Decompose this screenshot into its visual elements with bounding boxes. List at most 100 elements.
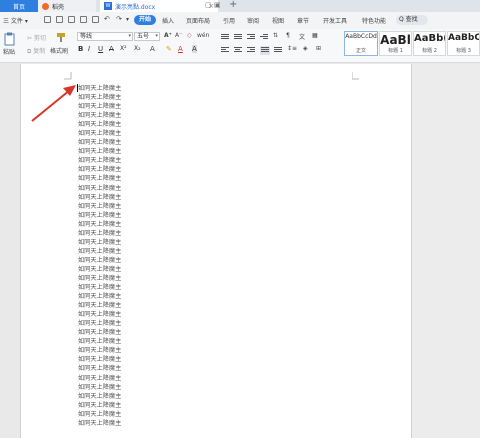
document-line: 如同天上降魔主: [78, 356, 122, 364]
clear-format-icon[interactable]: ◇: [187, 32, 192, 39]
highlight-icon[interactable]: ✎: [166, 45, 172, 53]
save-icon[interactable]: [44, 16, 51, 23]
align-center-icon[interactable]: [234, 47, 242, 54]
document-line: 如同天上降魔主: [78, 311, 122, 319]
document-line: 如同天上降魔主: [78, 238, 122, 246]
style-heading-3[interactable]: AaBbC 标题 3: [447, 31, 480, 56]
window-icon[interactable]: ▢: [205, 1, 212, 9]
distributed-icon[interactable]: [274, 47, 282, 54]
style-heading-1[interactable]: AaBl 标题 1: [379, 31, 412, 56]
format-painter-label[interactable]: 格式刷: [50, 46, 68, 55]
paste-label[interactable]: 粘贴: [3, 47, 15, 56]
menu-tab-home[interactable]: 开始: [134, 15, 156, 25]
chevron-down-icon: ▾: [128, 33, 131, 39]
copy-button[interactable]: ⧉ 复制: [27, 46, 45, 56]
italic-button[interactable]: I: [88, 45, 90, 53]
align-left-icon[interactable]: [221, 47, 229, 54]
style-heading-2[interactable]: AaBb( 标题 2: [413, 31, 446, 56]
document-line: 如同天上降魔主: [78, 265, 122, 273]
tab-document[interactable]: W 演示亮點.docx ×: [100, 0, 218, 12]
borders-icon[interactable]: ▦: [312, 32, 318, 39]
format-painter-icon[interactable]: [56, 32, 66, 43]
menu-tab-insert[interactable]: 插入: [162, 16, 174, 25]
undo-icon[interactable]: ↶: [104, 15, 110, 23]
document-line: 如同天上降魔主: [78, 293, 122, 301]
document-line: 如同天上降魔主: [78, 175, 122, 183]
text-effect-button[interactable]: A: [150, 45, 155, 53]
folder-icon[interactable]: [56, 16, 63, 23]
menu-bar: 三 文件 ▾ ↶ ↷ ▾ 开始 插入 页面布局 引用 审阅 视图 章节 开发工具…: [0, 12, 480, 30]
font-name-value: 等线: [80, 33, 93, 40]
document-line: 如同天上降魔主: [78, 130, 122, 138]
document-body[interactable]: 如同天上降魔主 如同天上降魔主 如同天上降魔主 如同天上降魔主 如同天上降魔主 如同天上降…: [78, 84, 121, 428]
superscript-button[interactable]: X²: [120, 45, 127, 52]
menu-tab-chapter[interactable]: 章节: [297, 16, 309, 25]
document-line: 如同天上降魔主: [78, 148, 122, 156]
page-corner-mark: [352, 72, 359, 80]
tab-bar: 首页 稻壳 W 演示亮點.docx × ▢ ▣ +: [0, 0, 480, 12]
bold-button[interactable]: B: [78, 45, 83, 53]
shrink-font-icon[interactable]: A⁻: [175, 32, 182, 39]
document-line: 如同天上降魔主: [78, 157, 122, 165]
search-button[interactable]: Q 查找: [396, 15, 428, 25]
print-preview-icon[interactable]: [80, 16, 87, 23]
menu-tab-developer[interactable]: 开发工具: [323, 16, 347, 25]
increase-indent-icon[interactable]: [260, 34, 268, 41]
phonetic-icon[interactable]: wén: [197, 32, 209, 39]
numbered-list-icon[interactable]: [234, 34, 242, 41]
menu-tab-references[interactable]: 引用: [223, 16, 235, 25]
subscript-button[interactable]: X₂: [134, 45, 141, 52]
grow-font-icon[interactable]: A⁺: [164, 32, 172, 39]
print-icon[interactable]: [68, 16, 75, 23]
word-doc-icon: W: [104, 2, 112, 10]
font-name-select[interactable]: 等线 ▾: [77, 32, 133, 41]
style-heading-1-label: 标题 1: [388, 48, 403, 54]
document-line: 如同天上降魔主: [78, 247, 122, 255]
justify-icon[interactable]: [260, 46, 270, 55]
right-panel: [412, 64, 480, 438]
tab-document-label: 演示亮點.docx: [115, 3, 156, 11]
cut-label: 剪切: [33, 35, 46, 42]
style-normal[interactable]: AaBbCcDd 正文: [344, 31, 378, 56]
file-menu[interactable]: 三 文件 ▾: [3, 16, 28, 25]
line-spacing-icon[interactable]: ↕≡: [287, 45, 297, 52]
strikethrough-button[interactable]: A: [109, 45, 114, 53]
document-line: 如同天上降魔主: [78, 103, 122, 111]
cut-button[interactable]: ✂ 剪切: [27, 33, 46, 42]
document-line: 如同天上降魔主: [78, 211, 122, 219]
decrease-indent-icon[interactable]: [247, 34, 255, 41]
tab-daoke[interactable]: 稻壳: [38, 0, 96, 12]
menu-tab-layout[interactable]: 页面布局: [186, 16, 210, 25]
shading-icon[interactable]: ◈: [303, 45, 308, 52]
chevron-down-icon: ▾: [155, 33, 158, 39]
font-color-button[interactable]: A: [178, 45, 183, 53]
show-marks-icon[interactable]: ¶: [286, 32, 290, 39]
style-heading-2-label: 标题 2: [422, 48, 437, 54]
document-line: 如同天上降魔主: [78, 338, 122, 346]
font-size-select[interactable]: 五号 ▾: [134, 32, 160, 41]
tab-home[interactable]: 首页: [0, 0, 38, 12]
pdf-icon[interactable]: [92, 16, 99, 23]
menu-tab-review[interactable]: 审阅: [247, 16, 259, 25]
document-line: 如同天上降魔主: [78, 121, 122, 129]
chinese-layout-icon[interactable]: 文: [299, 32, 305, 41]
underline-button[interactable]: U: [98, 45, 103, 53]
style-normal-sample: AaBbCcDd: [345, 33, 377, 40]
page-corner-mark: [64, 72, 72, 80]
char-shading-button[interactable]: A: [192, 45, 197, 53]
bullet-list-icon[interactable]: [221, 34, 229, 41]
new-tab-button[interactable]: +: [229, 0, 237, 10]
align-right-icon[interactable]: [247, 47, 255, 54]
restore-icon[interactable]: ▣: [214, 1, 221, 9]
more-icon[interactable]: ▾: [126, 16, 129, 23]
document-line: 如同天上降魔主: [78, 419, 122, 427]
sort-icon[interactable]: ⇅: [273, 32, 278, 39]
document-line: 如同天上降魔主: [78, 184, 122, 192]
document-line: 如同天上降魔主: [78, 256, 122, 264]
paste-icon[interactable]: [4, 32, 16, 46]
menu-tab-features[interactable]: 特色功能: [362, 16, 386, 25]
border-dropdown-icon[interactable]: ⊞: [316, 45, 321, 52]
redo-icon[interactable]: ↷: [116, 15, 122, 23]
document-line: 如同天上降魔主: [78, 329, 122, 337]
menu-tab-view[interactable]: 视图: [272, 16, 284, 25]
